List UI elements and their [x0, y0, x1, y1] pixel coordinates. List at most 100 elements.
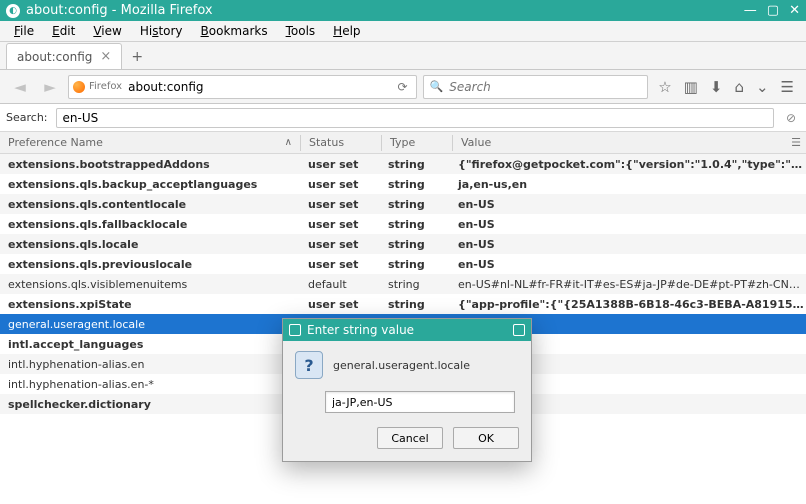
cell-type: string [380, 278, 450, 291]
cell-pref-name: spellchecker.dictionary [0, 398, 300, 411]
home-icon[interactable]: ⌂ [734, 78, 744, 96]
enter-string-dialog: Enter string value ? general.useragent.l… [282, 318, 532, 462]
url-bar[interactable]: Firefox ⟳ [68, 75, 417, 99]
cell-status: user set [300, 238, 380, 251]
config-search-input[interactable] [56, 108, 774, 128]
dialog-app-icon [289, 324, 301, 336]
cell-status: user set [300, 218, 380, 231]
bookmark-star-icon[interactable]: ☆ [658, 78, 671, 96]
sidebar-icon[interactable]: ▥ [684, 78, 698, 96]
dialog-close-icon[interactable] [513, 324, 525, 336]
menu-edit[interactable]: Edit [44, 22, 83, 40]
cancel-button[interactable]: Cancel [377, 427, 443, 449]
ok-button[interactable]: OK [453, 427, 519, 449]
tab-close-icon[interactable]: × [100, 49, 111, 64]
cell-pref-name: intl.hyphenation-alias.en-* [0, 378, 300, 391]
close-button[interactable]: ✕ [789, 3, 800, 18]
maximize-button[interactable]: ▢ [767, 3, 779, 18]
clear-search-icon[interactable]: ⊘ [782, 111, 800, 125]
column-header-name[interactable]: Preference Name ∧ [0, 136, 300, 149]
search-input[interactable] [449, 80, 641, 94]
cell-pref-name: extensions.qls.backup_acceptlanguages [0, 178, 300, 191]
window-title: about:config - Mozilla Firefox [26, 3, 744, 18]
cell-value: {"firefox@getpocket.com":{"version":"1.0… [450, 158, 806, 171]
dialog-body: ? general.useragent.locale Cancel OK [283, 341, 531, 461]
cell-pref-name: intl.hyphenation-alias.en [0, 358, 300, 371]
identity-box[interactable]: Firefox [73, 81, 122, 93]
toolbar-icons: ☆ ▥ ⬇ ⌂ ⌄ ☰ [654, 78, 798, 96]
dialog-title: Enter string value [307, 323, 414, 337]
cell-value: en-US [450, 238, 806, 251]
cell-value: en-US [450, 258, 806, 271]
cell-pref-name: extensions.xpiState [0, 298, 300, 311]
sort-indicator-icon: ∧ [285, 137, 292, 148]
table-row[interactable]: extensions.qls.previouslocaleuser setstr… [0, 254, 806, 274]
forward-button[interactable]: ► [38, 75, 62, 99]
dialog-value-input[interactable] [325, 391, 515, 413]
cell-status: default [300, 278, 380, 291]
reload-button[interactable]: ⟳ [394, 80, 412, 94]
cell-type: string [380, 238, 450, 251]
menu-bookmarks[interactable]: Bookmarks [193, 22, 276, 40]
hamburger-menu-icon[interactable]: ☰ [781, 78, 794, 96]
cell-type: string [380, 258, 450, 271]
menu-view[interactable]: View [85, 22, 129, 40]
cell-pref-name: extensions.qls.contentlocale [0, 198, 300, 211]
table-row[interactable]: extensions.qls.localeuser setstringen-US [0, 234, 806, 254]
cell-status: user set [300, 158, 380, 171]
config-search-row: Search: ⊘ [0, 104, 806, 132]
cell-type: string [380, 178, 450, 191]
menu-bar: File Edit View History Bookmarks Tools H… [0, 21, 806, 42]
column-header-type[interactable]: Type [382, 136, 452, 149]
table-row[interactable]: extensions.bootstrappedAddonsuser setstr… [0, 154, 806, 174]
cell-value: en-US [450, 198, 806, 211]
table-row[interactable]: extensions.qls.contentlocaleuser setstri… [0, 194, 806, 214]
cell-type: string [380, 218, 450, 231]
firefox-icon: ◐ [6, 4, 20, 18]
search-engine-icon[interactable]: 🔍 [430, 80, 444, 93]
question-icon: ? [295, 351, 323, 379]
column-header-status[interactable]: Status [301, 136, 381, 149]
cell-status: user set [300, 178, 380, 191]
table-row[interactable]: extensions.qls.backup_acceptlanguagesuse… [0, 174, 806, 194]
back-button[interactable]: ◄ [8, 75, 32, 99]
cell-pref-name: intl.accept_languages [0, 338, 300, 351]
downloads-icon[interactable]: ⬇ [710, 78, 723, 96]
table-row[interactable]: extensions.qls.fallbacklocaleuser setstr… [0, 214, 806, 234]
table-row[interactable]: extensions.qls.visiblemenuitemsdefaultst… [0, 274, 806, 294]
table-row[interactable]: extensions.xpiStateuser setstring{"app-p… [0, 294, 806, 314]
cell-pref-name: extensions.qls.previouslocale [0, 258, 300, 271]
url-input[interactable] [128, 77, 393, 97]
tab-title: about:config [17, 50, 92, 64]
column-header-value[interactable]: Value [453, 136, 786, 149]
cell-value: en-US#nl-NL#fr-FR#it-IT#es-ES#ja-JP#de-D… [450, 278, 806, 291]
menu-file[interactable]: File [6, 22, 42, 40]
tab-strip: about:config × + [0, 42, 806, 70]
cell-type: string [380, 298, 450, 311]
pref-table-header: Preference Name ∧ Status Type Value ☰ [0, 132, 806, 154]
cell-value: {"app-profile":{"{25A1388B-6B18-46c3-BEB… [450, 298, 806, 311]
window-titlebar: ◐ about:config - Mozilla Firefox — ▢ ✕ [0, 0, 806, 21]
column-picker-icon[interactable]: ☰ [786, 136, 806, 149]
navigation-toolbar: ◄ ► Firefox ⟳ 🔍 ☆ ▥ ⬇ ⌂ ⌄ ☰ [0, 70, 806, 104]
menu-history[interactable]: History [132, 22, 191, 40]
config-search-label: Search: [6, 111, 48, 124]
search-bar[interactable]: 🔍 [423, 75, 649, 99]
cell-pref-name: extensions.qls.locale [0, 238, 300, 251]
minimize-button[interactable]: — [744, 3, 757, 18]
dialog-titlebar: Enter string value [283, 319, 531, 341]
cell-type: string [380, 158, 450, 171]
menu-tools[interactable]: Tools [278, 22, 324, 40]
window-controls: — ▢ ✕ [744, 3, 800, 18]
cell-value: ja,en-us,en [450, 178, 806, 191]
cell-pref-name: extensions.qls.visiblemenuitems [0, 278, 300, 291]
new-tab-button[interactable]: + [126, 45, 148, 69]
cell-status: user set [300, 198, 380, 211]
cell-status: user set [300, 298, 380, 311]
cell-status: user set [300, 258, 380, 271]
tab-aboutconfig[interactable]: about:config × [6, 43, 122, 69]
pocket-icon[interactable]: ⌄ [756, 78, 769, 96]
menu-help[interactable]: Help [325, 22, 368, 40]
cell-type: string [380, 198, 450, 211]
firefox-logo-icon [73, 81, 85, 93]
